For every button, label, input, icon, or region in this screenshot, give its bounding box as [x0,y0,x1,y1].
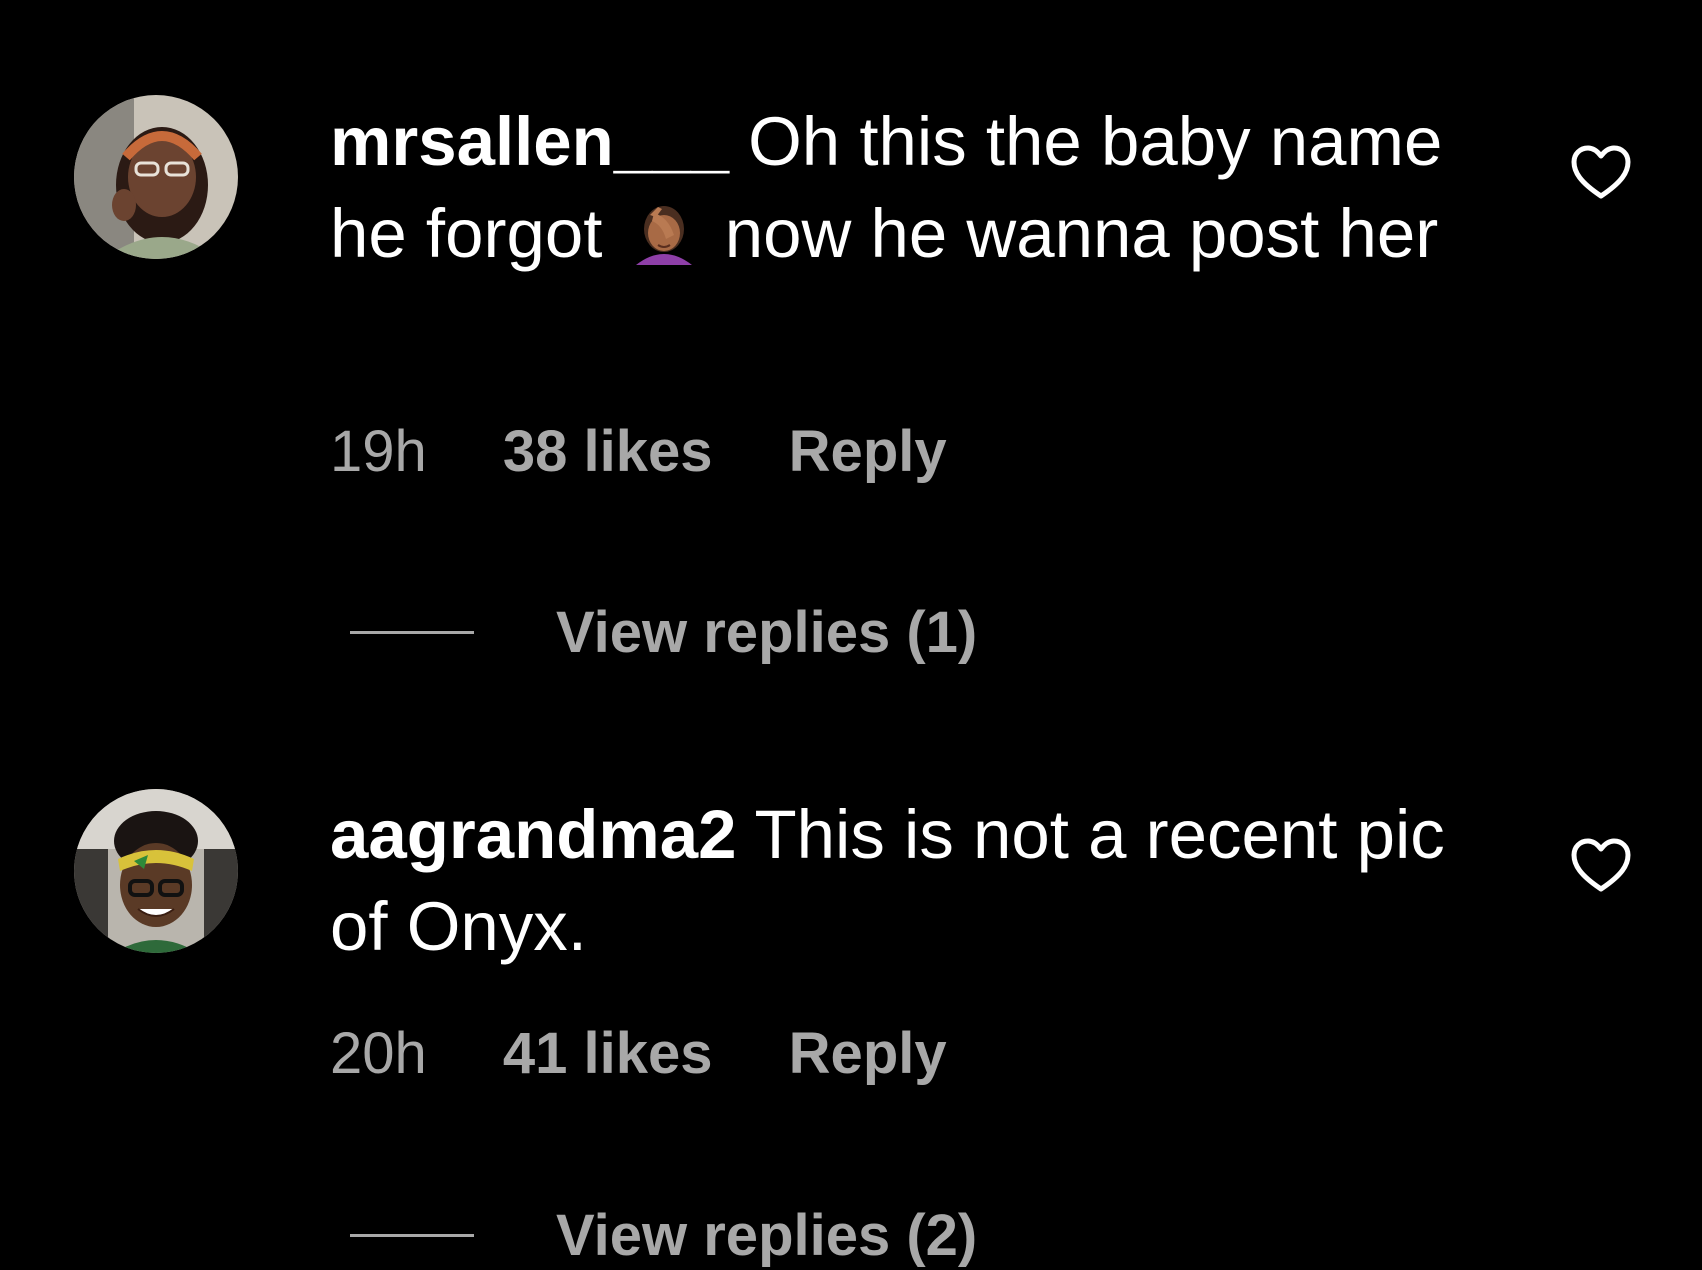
heart-outline-icon[interactable] [1570,837,1632,893]
comment-meta: 19h 38 likes Reply [330,418,947,485]
user-avatar[interactable] [74,789,238,953]
view-replies-button[interactable]: View replies (1) [350,597,977,667]
view-replies-label: View replies (2) [556,1202,978,1268]
comment-timestamp: 20h [330,1021,427,1086]
view-replies-label: View replies (1) [556,599,978,665]
view-replies-button[interactable]: View replies (2) [350,1200,977,1270]
comment-text: mrsallen___ Oh this the baby name he for… [330,96,1450,280]
comment-item: mrsallen___ Oh this the baby name he for… [0,0,1702,700]
comment-meta: 20h 41 likes Reply [330,1020,947,1087]
comment-likes-count[interactable]: 38 likes [503,418,713,485]
comment-text: aagrandma2 This is not a recent pic of O… [330,789,1450,973]
comment-body-part: now he wanna post her [724,195,1439,272]
face-palm-emoji [628,195,700,267]
comment-username[interactable]: aagrandma2 [330,796,737,873]
comment-timestamp: 19h [330,419,427,484]
comment-item: aagrandma2 This is not a recent pic of O… [0,700,1702,1270]
heart-outline-icon[interactable] [1570,144,1632,200]
comment-likes-count[interactable]: 41 likes [503,1020,713,1087]
user-avatar[interactable] [74,95,238,259]
view-replies-divider [350,1233,474,1237]
view-replies-divider [350,630,474,634]
reply-button[interactable]: Reply [789,1020,947,1087]
reply-button[interactable]: Reply [789,418,947,485]
comment-username[interactable]: mrsallen___ [330,103,729,180]
